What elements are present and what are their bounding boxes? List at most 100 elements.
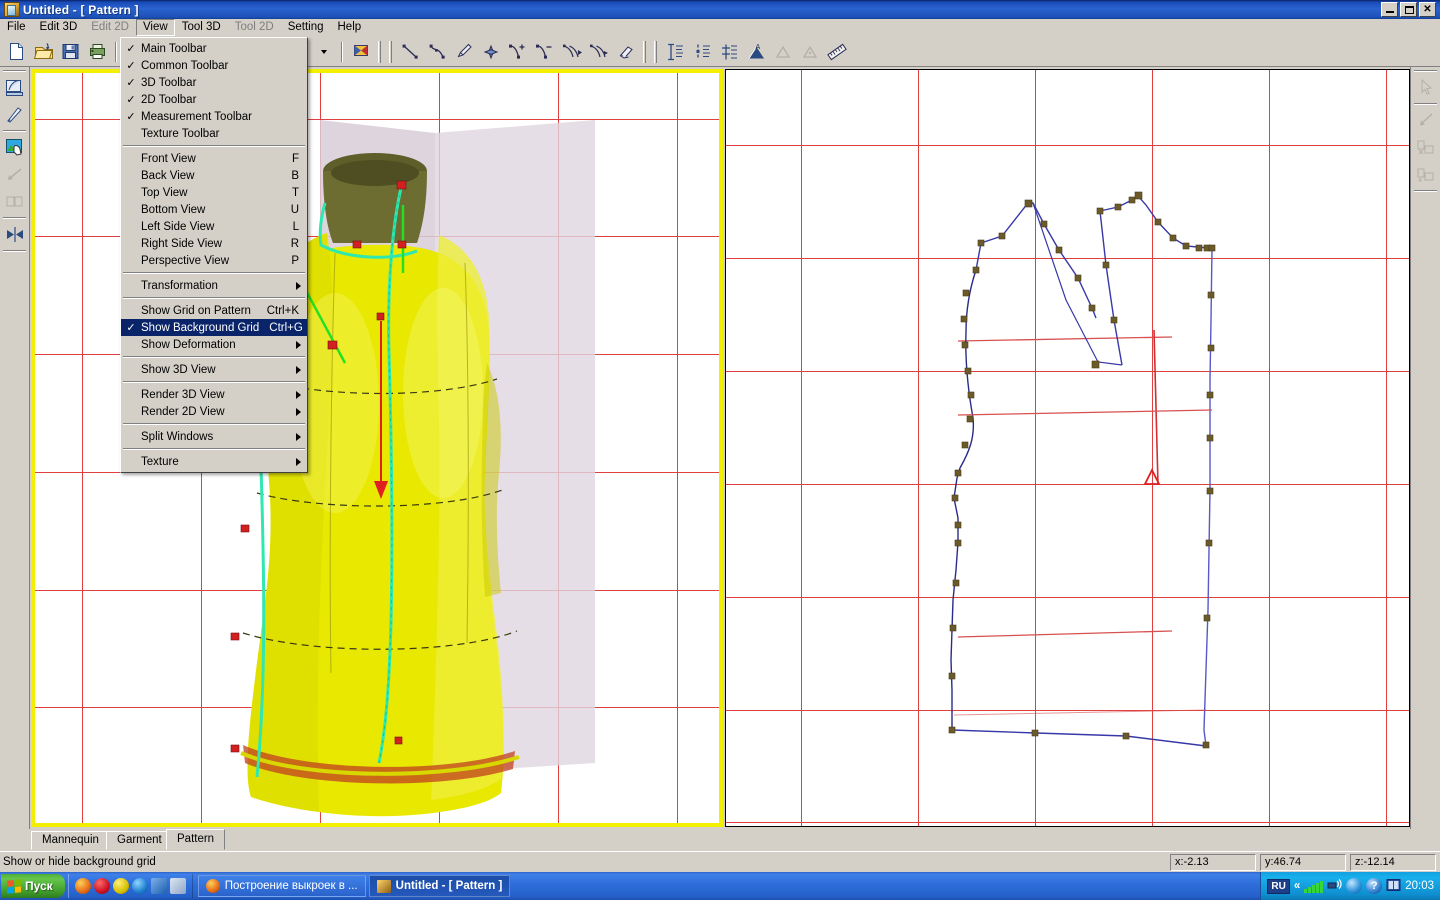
flag-icon[interactable] [348,40,373,64]
menu-item-show-grid-on-pattern[interactable]: Show Grid on Pattern Ctrl+K [121,302,307,319]
menu-item-right-side-view[interactable]: Right Side View R [121,235,307,252]
internet-explorer-tray-icon[interactable] [1346,878,1362,894]
close-button[interactable]: ✕ [1419,2,1436,17]
save-disk-icon[interactable] [58,40,83,64]
tab-mannequin[interactable]: Mannequin [31,831,110,850]
menu-item-render-2d-view[interactable]: Render 2D View [121,403,307,420]
menu-item-split-windows[interactable]: Split Windows [121,428,307,445]
menu-item-render-3d-view[interactable]: Render 3D View [121,386,307,403]
start-button[interactable]: Пуск [1,874,65,898]
new-document-icon[interactable] [4,40,29,64]
submenu-arrow-icon [296,391,301,399]
rail-separator [1414,70,1437,72]
status-coord-z: z:-12.14 [1350,854,1436,871]
rail-separator [3,250,26,252]
offset-curve2-icon[interactable] [586,40,611,64]
menu-item-label: Top View [141,187,282,199]
menu-item-show-background-grid[interactable]: ✓ Show Background Grid Ctrl+G [121,319,307,336]
measure-vertical-icon[interactable] [662,40,687,64]
signal-bars-icon[interactable] [1304,880,1323,893]
menu-item-label: Show Grid on Pattern [141,305,257,317]
menu-item-label: Common Toolbar [141,60,303,72]
menu-item-top-view[interactable]: Top View T [121,184,307,201]
menu-item-front-view[interactable]: Front View F [121,150,307,167]
measure-angle-icon[interactable]: A [743,40,768,64]
knife-cut-icon[interactable] [2,102,28,127]
tray-expand-chevrons-icon[interactable]: « [1294,880,1300,892]
symmetry-icon[interactable] [2,222,28,247]
menu-edit-2d: Edit 2D [84,19,136,36]
menu-separator [123,423,305,425]
menu-item-show-3d-view[interactable]: Show 3D View [121,361,307,378]
opera-icon[interactable] [94,878,110,894]
submenu-arrow-icon [296,458,301,466]
measure-spacing-icon[interactable] [716,40,741,64]
menu-item-texture[interactable]: Texture [121,453,307,470]
print-icon[interactable] [85,40,110,64]
internet-explorer-icon[interactable] [132,878,148,894]
rail-separator [3,130,26,132]
minimize-button[interactable] [1381,2,1398,17]
menu-item-perspective-view[interactable]: Perspective View P [121,252,307,269]
clock[interactable]: 20:03 [1405,880,1434,892]
menu-item-back-view[interactable]: Back View B [121,167,307,184]
menu-item-show-deformation[interactable]: Show Deformation [121,336,307,353]
menu-item-main-toolbar[interactable]: ✓ Main Toolbar [121,40,307,57]
menu-view[interactable]: View [136,19,175,36]
menu-help[interactable]: Help [331,19,369,36]
menu-tool-3d[interactable]: Tool 3D [175,19,228,36]
menu-item-accel: T [292,187,303,199]
cut-panel-icon [1413,135,1439,160]
system-tray: RU « ? 20:03 [1260,872,1440,900]
winamp-icon[interactable] [113,878,129,894]
remove-point-icon[interactable] [532,40,557,64]
firefox-icon [206,879,220,893]
check-icon: ✓ [121,322,141,333]
fold-surface-icon[interactable] [2,75,28,100]
measure-segment-icon[interactable] [689,40,714,64]
add-point-icon[interactable] [505,40,530,64]
offset-curve-icon[interactable] [559,40,584,64]
dictionary-icon[interactable] [1386,878,1401,895]
arrow-drag-icon [1413,108,1439,133]
menu-item-measurement-toolbar[interactable]: ✓ Measurement Toolbar [121,108,307,125]
tab-garment[interactable]: Garment [106,831,173,850]
viewport-2d-pattern[interactable] [725,69,1410,827]
menu-item-accel: P [291,255,303,267]
menu-item-2d-toolbar[interactable]: ✓ 2D Toolbar [121,91,307,108]
pencil-icon[interactable] [451,40,476,64]
menu-file[interactable]: File [0,19,33,36]
window-controls: ✕ [1381,2,1436,17]
language-indicator[interactable]: RU [1267,879,1289,894]
menu-item-3d-toolbar[interactable]: ✓ 3D Toolbar [121,74,307,91]
start-label: Пуск [25,879,53,893]
help-question-icon[interactable]: ? [1366,878,1382,894]
point-icon[interactable] [478,40,503,64]
calculator-icon[interactable] [170,878,186,894]
menu-item-texture-toolbar[interactable]: Texture Toolbar [121,125,307,142]
menu-item-accel: R [291,238,303,250]
maximize-button[interactable] [1400,2,1417,17]
outlook-icon[interactable] [151,878,167,894]
curve-icon[interactable] [424,40,449,64]
menu-item-common-toolbar[interactable]: ✓ Common Toolbar [121,57,307,74]
firefox-icon[interactable] [75,878,91,894]
tab-pattern[interactable]: Pattern [166,829,225,850]
measure-area2-icon[interactable] [797,40,822,64]
line-segment-icon[interactable] [397,40,422,64]
texture-map-hand-icon[interactable] [2,135,28,160]
menu-item-transformation[interactable]: Transformation [121,277,307,294]
menu-item-left-side-view[interactable]: Left Side View L [121,218,307,235]
menu-setting[interactable]: Setting [281,19,331,36]
taskbar-item-browser[interactable]: Построение выкроек в ... [198,875,366,897]
taskbar-item-application[interactable]: Untitled - [ Pattern ] [369,875,511,897]
eraser-icon[interactable] [613,40,638,64]
ruler-icon[interactable] [824,40,849,64]
menu-item-bottom-view[interactable]: Bottom View U [121,201,307,218]
menu-item-label: 2D Toolbar [141,94,303,106]
menu-edit-3d[interactable]: Edit 3D [33,19,85,36]
measure-area-icon[interactable] [770,40,795,64]
chevron-down-icon[interactable] [311,40,336,64]
open-folder-icon[interactable] [31,40,56,64]
network-connection-icon[interactable] [1327,878,1342,895]
